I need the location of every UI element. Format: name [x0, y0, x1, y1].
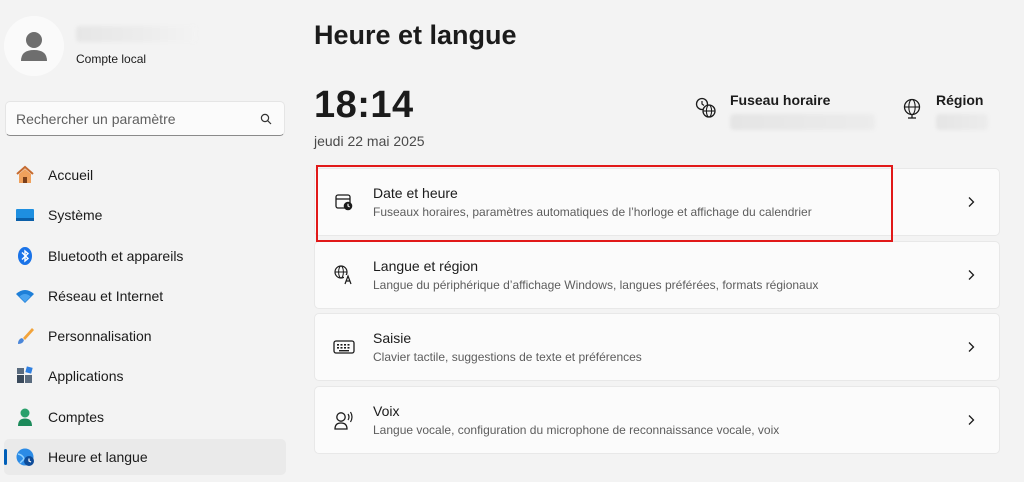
sidebar-item-personnalisation[interactable]: Personnalisation — [4, 318, 286, 354]
timezone-globe-icon — [694, 96, 718, 120]
main-content: Heure et langue 18:14 jeudi 22 mai 2025 … — [314, 0, 1004, 482]
chevron-right-icon — [963, 412, 979, 428]
sidebar-item-bluetooth[interactable]: Bluetooth et appareils — [4, 238, 286, 274]
sidebar: Compte local Accueil Système Bluetooth e… — [0, 0, 295, 482]
user-name-blurred — [76, 26, 196, 42]
sidebar-item-label: Système — [48, 207, 103, 224]
chevron-right-icon — [963, 339, 979, 355]
apps-icon — [14, 365, 36, 387]
profile[interactable]: Compte local — [4, 14, 196, 78]
calendar-clock-icon — [333, 191, 355, 213]
avatar[interactable] — [4, 16, 64, 76]
sidebar-item-heure-et-langue[interactable]: Heure et langue — [4, 439, 286, 476]
card-title: Date et heure — [373, 185, 458, 201]
region-value-blurred — [936, 114, 988, 130]
region-info: Région — [900, 92, 988, 130]
timezone-value-blurred — [730, 114, 875, 130]
user-avatar-icon — [4, 16, 64, 76]
sidebar-item-label: Applications — [48, 368, 124, 385]
globe-clock-icon — [14, 446, 36, 468]
account-type: Compte local — [76, 52, 147, 66]
person-icon — [14, 406, 36, 428]
region-globe-icon — [900, 96, 924, 120]
sidebar-item-label: Comptes — [48, 408, 105, 425]
search-box[interactable] — [5, 101, 285, 136]
card-title: Voix — [373, 403, 400, 420]
sidebar-item-systeme[interactable]: Système — [4, 197, 286, 233]
card-saisie[interactable]: Saisie Clavier tactile, suggestions de t… — [314, 313, 1000, 382]
card-description: Clavier tactile, suggestions de texte et… — [373, 350, 642, 365]
bluetooth-icon — [14, 245, 36, 267]
card-voix[interactable]: Voix Langue vocale, configuration du mic… — [314, 386, 1000, 455]
wifi-icon — [14, 285, 36, 307]
sidebar-item-label: Personnalisation — [48, 328, 152, 345]
card-description: Langue vocale, configuration du micropho… — [373, 423, 780, 438]
sidebar-item-applications[interactable]: Applications — [4, 358, 286, 394]
keyboard-icon — [333, 336, 355, 358]
sidebar-item-label: Accueil — [48, 167, 94, 183]
chevron-right-icon — [963, 267, 979, 283]
sidebar-item-reseau[interactable]: Réseau et Internet — [4, 278, 286, 314]
page-title: Heure et langue — [314, 20, 517, 50]
voice-icon — [333, 409, 355, 431]
region-label: Région — [936, 92, 984, 108]
card-description: Fuseaux horaires, paramètres automatique… — [373, 205, 812, 219]
sidebar-item-label: Heure et langue — [48, 449, 148, 466]
sidebar-item-comptes[interactable]: Comptes — [4, 399, 286, 435]
home-icon — [14, 164, 36, 186]
sidebar-nav: Accueil Système Bluetooth et appareils R… — [4, 157, 286, 479]
sidebar-item-accueil[interactable]: Accueil — [4, 157, 286, 193]
settings-cards: Date et heure Fuseaux horaires, paramètr… — [314, 168, 1000, 459]
card-title: Saisie — [373, 330, 412, 347]
timezone-info: Fuseau horaire — [694, 92, 875, 130]
search-icon[interactable] — [258, 111, 274, 127]
clock-time: 18:14 — [314, 84, 414, 126]
chevron-right-icon — [963, 194, 979, 210]
brush-icon — [14, 325, 36, 347]
card-title: Langue et région — [373, 257, 479, 274]
search-input[interactable] — [16, 110, 258, 127]
sidebar-item-label: Réseau et Internet — [48, 287, 164, 304]
clock-date: jeudi 22 mai 2025 — [314, 133, 425, 149]
card-date-et-heure[interactable]: Date et heure Fuseaux horaires, paramètr… — [314, 168, 1000, 236]
card-langue-et-region[interactable]: Langue et région Langue du périphérique … — [314, 240, 1000, 309]
card-description: Langue du périphérique d’affichage Windo… — [373, 277, 819, 292]
sidebar-item-label: Bluetooth et appareils — [48, 247, 184, 264]
language-icon — [333, 264, 355, 286]
monitor-icon — [14, 204, 36, 226]
timezone-label: Fuseau horaire — [730, 92, 831, 108]
